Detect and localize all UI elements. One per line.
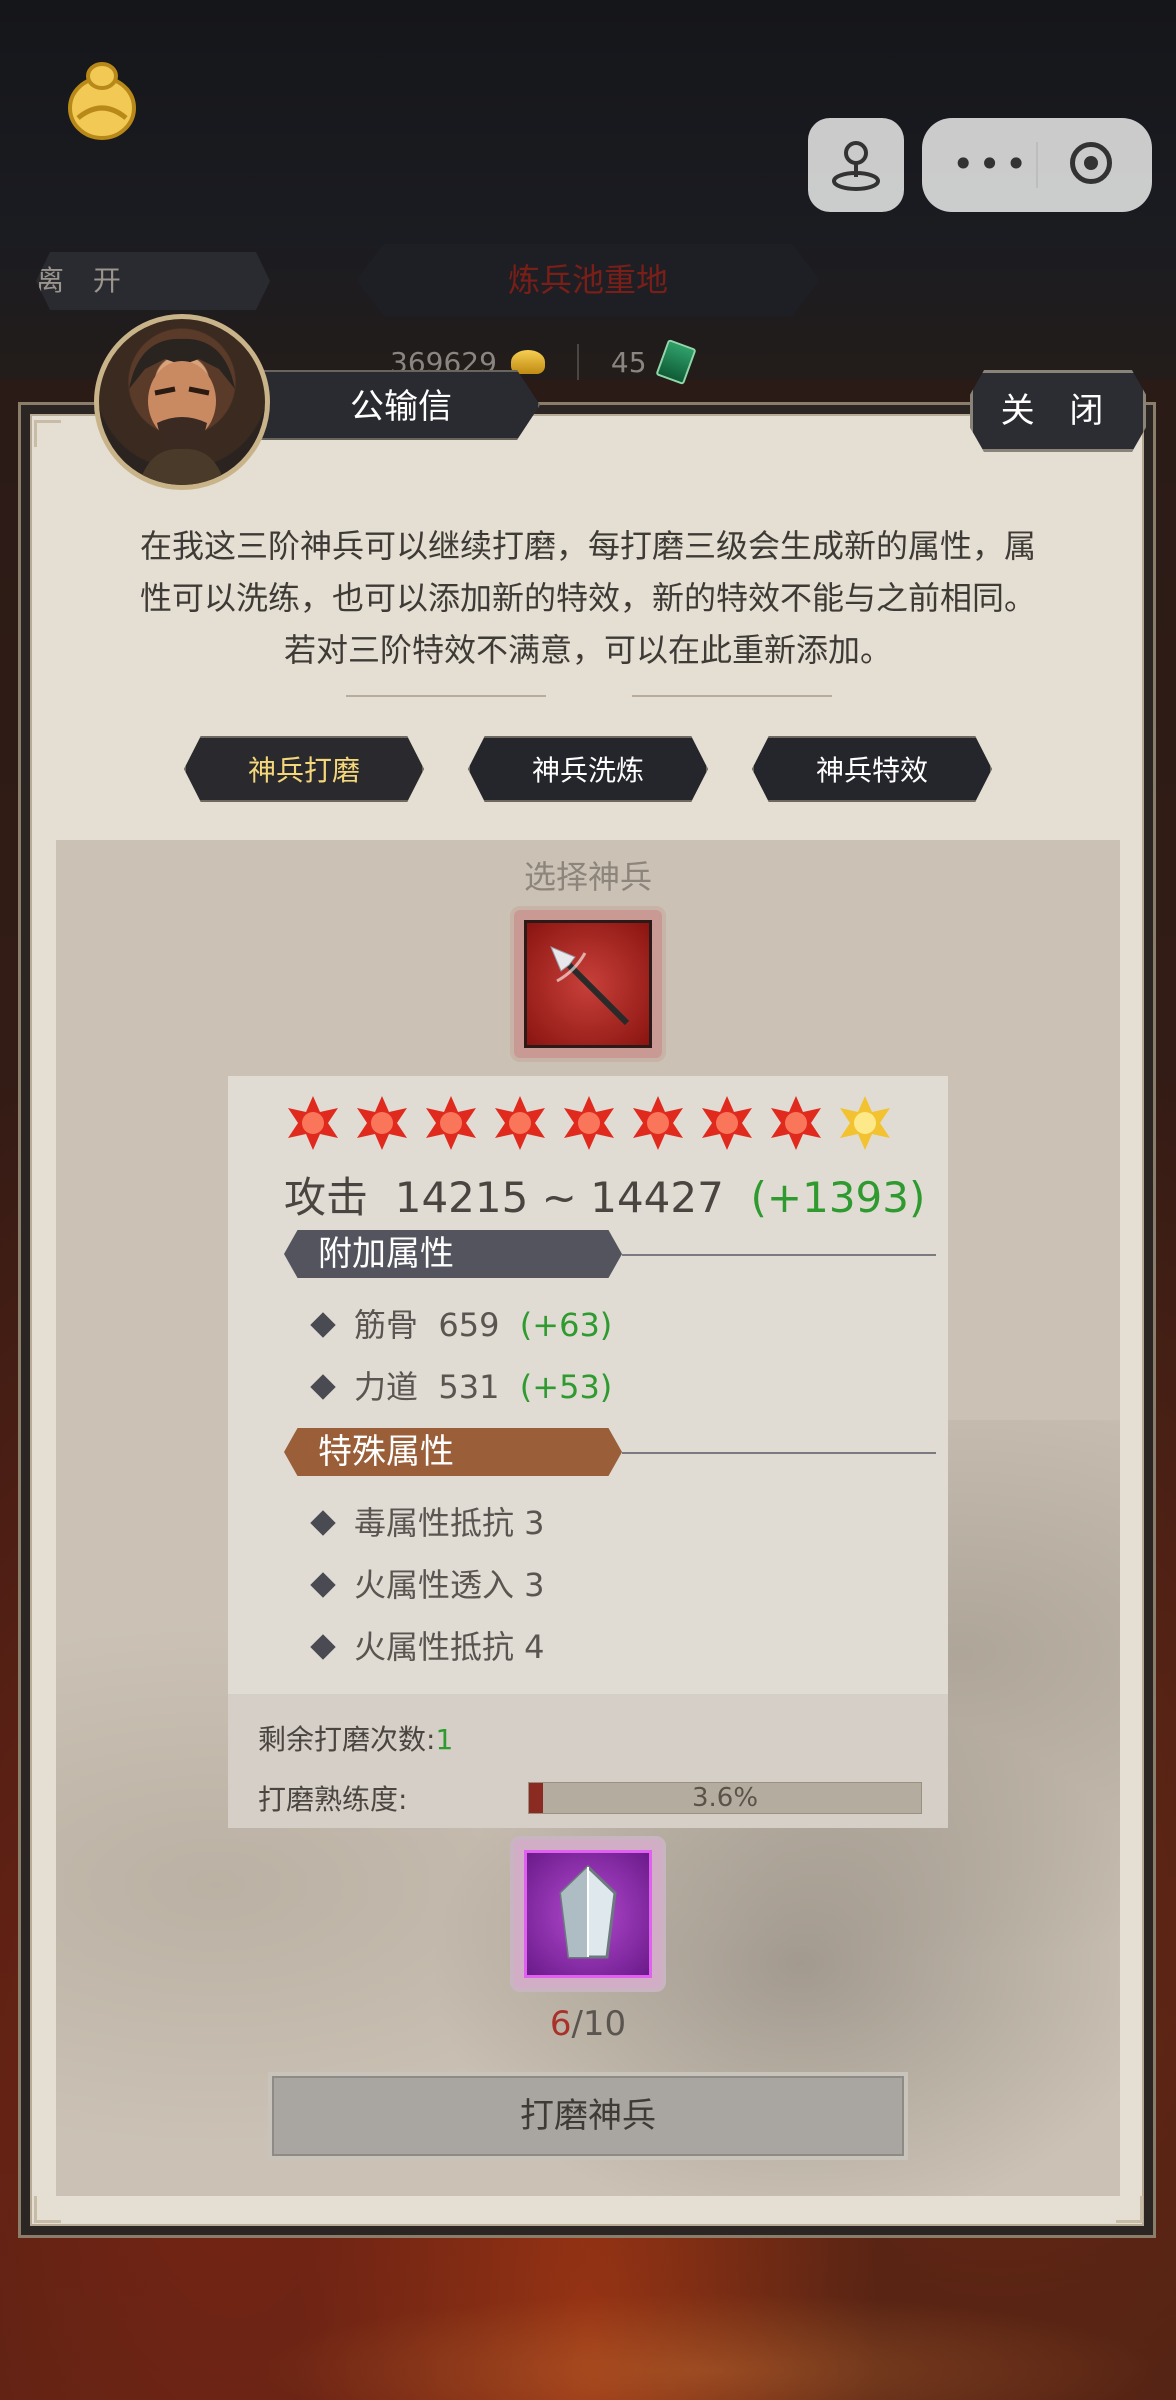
special-attributes-header: 特殊属性 (284, 1428, 622, 1476)
npc-portrait (94, 314, 270, 490)
remaining-polishes: 剩余打磨次数:1 (258, 1718, 453, 1758)
red-star-icon (564, 1096, 614, 1150)
material-need: /10 (571, 2004, 627, 2044)
diamond-bullet-icon (310, 1634, 336, 1660)
special-attribute-row: 毒属性抵抗 3 (310, 1498, 545, 1544)
attack-stat: 攻击 14215 ~ 14427 (+1393) (284, 1164, 925, 1225)
attribute-value: 659 (438, 1306, 500, 1344)
attack-range: 14215 ~ 14427 (394, 1173, 724, 1222)
red-star-icon (288, 1096, 338, 1150)
tab-weapon-refine[interactable]: 神兵洗炼 (468, 736, 708, 802)
corner-ornament (34, 420, 61, 447)
red-star-icon (702, 1096, 752, 1150)
weapon-slot[interactable] (510, 906, 666, 1062)
tab-weapon-polish[interactable]: 神兵打磨 (184, 736, 424, 802)
extra-attributes-header: 附加属性 (284, 1230, 622, 1278)
currency-divider (576, 344, 579, 380)
special-attribute-row: 火属性透入 3 (310, 1560, 545, 1606)
leave-button[interactable]: 离 开 (36, 252, 270, 310)
special-attribute-text: 毒属性抵抗 3 (354, 1504, 545, 1542)
joystick-button[interactable] (808, 118, 904, 212)
material-have: 6 (549, 2004, 572, 2044)
tab-weapon-effect[interactable]: 神兵特效 (752, 736, 992, 802)
diamond-bullet-icon (310, 1510, 336, 1536)
npc-dialog: 在我这三阶神兵可以继续打磨，每打磨三级会生成新的属性，属 性可以洗练，也可以添加… (100, 520, 1076, 676)
select-weapon-label: 选择神兵 (523, 858, 652, 896)
remaining-count: 1 (435, 1723, 454, 1756)
red-star-icon (495, 1096, 545, 1150)
polish-weapon-button[interactable]: 打磨神兵 (268, 2072, 908, 2160)
special-attribute-row: 火属性抵抗 4 (310, 1622, 545, 1668)
dialog-line: 性可以洗练，也可以添加新的特效，新的特效不能与之前相同。 (139, 579, 1036, 617)
material-count: 6/10 (510, 2004, 666, 2044)
attribute-name: 力道 (354, 1368, 419, 1406)
red-star-icon (357, 1096, 407, 1150)
red-star-icon (633, 1096, 683, 1150)
gold-star-icon (840, 1096, 890, 1150)
special-attribute-text: 火属性抵抗 4 (354, 1628, 545, 1666)
npc-face-icon (129, 338, 235, 485)
attack-label: 攻击 (284, 1173, 369, 1222)
miniapp-capsule: ••• (922, 118, 1152, 212)
attribute-value: 531 (438, 1368, 500, 1406)
corner-ornament (34, 2196, 61, 2223)
diamond-bullet-icon (310, 1374, 336, 1400)
proficiency-bar: 3.6% (528, 1782, 922, 1814)
proficiency-text: 3.6% (691, 1783, 759, 1813)
dialog-divider (346, 692, 832, 700)
red-star-icon (426, 1096, 476, 1150)
attribute-bonus: (+63) (519, 1306, 613, 1344)
remaining-label: 剩余打磨次数: (258, 1723, 436, 1756)
spear-icon (550, 946, 630, 1026)
diamond-bullet-icon (310, 1312, 336, 1338)
red-star-icon (771, 1096, 821, 1150)
material-slot[interactable] (510, 1836, 666, 1992)
dialog-line: 若对三阶特效不满意，可以在此重新添加。 (283, 631, 892, 669)
dragon-ornament (0, 2250, 1176, 2400)
jade-amount: 45 (610, 345, 647, 379)
attribute-bonus: (+53) (519, 1368, 613, 1406)
corner-ornament (1116, 2196, 1143, 2223)
capsule-divider (1036, 142, 1038, 188)
npc-name: 公输信 (252, 370, 540, 440)
section-rule (622, 1254, 936, 1256)
diamond-bullet-icon (310, 1572, 336, 1598)
joystick-icon (832, 141, 880, 191)
attack-bonus: (+1393) (750, 1173, 926, 1222)
more-menu-icon[interactable]: ••• (952, 144, 1031, 184)
attribute-row: 筋骨 659 (+63) (310, 1300, 613, 1346)
special-attribute-text: 火属性透入 3 (354, 1566, 545, 1604)
close-button[interactable]: 关 闭 (970, 370, 1146, 452)
location-title: 炼兵池重地 (356, 244, 820, 316)
section-rule (622, 1452, 936, 1454)
proficiency-label: 打磨熟练度: (258, 1783, 408, 1816)
exit-record-icon[interactable] (1070, 142, 1112, 184)
attribute-name: 筋骨 (354, 1306, 419, 1344)
attribute-row: 力道 531 (+53) (310, 1362, 613, 1408)
dialog-line: 在我这三阶神兵可以继续打磨，每打磨三级会生成新的属性，属 (139, 527, 1036, 565)
player-avatar-icon[interactable] (64, 62, 140, 146)
jade-icon (654, 339, 697, 385)
crystal-icon (559, 1864, 617, 1959)
